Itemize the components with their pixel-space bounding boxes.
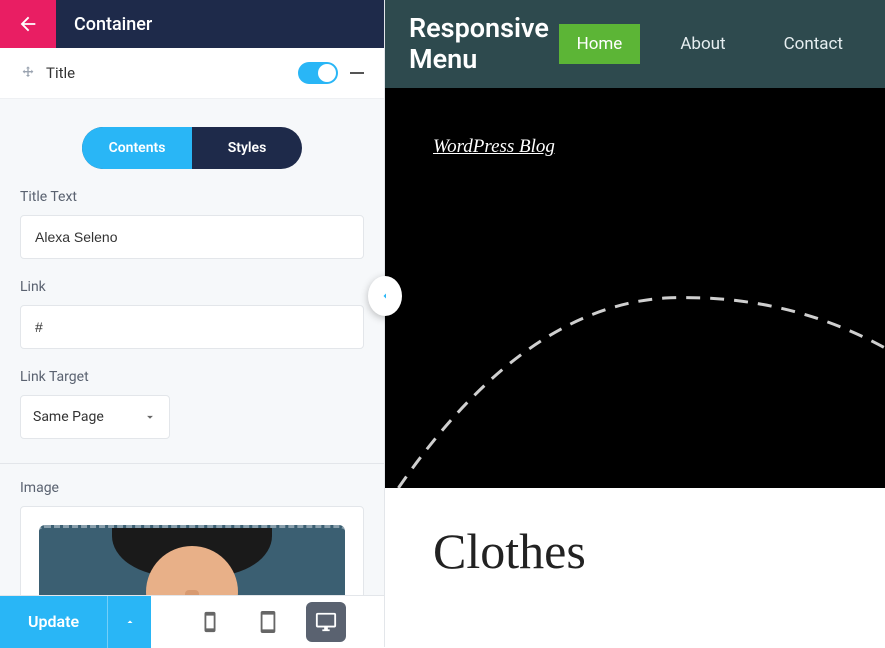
drag-handle[interactable] — [20, 65, 36, 81]
field-label: Link — [20, 279, 364, 295]
move-icon — [20, 65, 36, 81]
field-title-text: Title Text — [0, 189, 384, 279]
panel-footer: Update — [0, 595, 384, 647]
device-tablet-button[interactable] — [248, 602, 288, 642]
back-button[interactable] — [0, 0, 56, 48]
site-brand: Responsive Menu — [409, 13, 559, 75]
nav-about[interactable]: About — [662, 24, 743, 64]
tab-bar: Contents Styles — [0, 99, 384, 189]
hero-curve-decoration — [385, 268, 885, 488]
device-mobile-button[interactable] — [190, 602, 230, 642]
select-value: Same Page — [33, 409, 104, 425]
nav-home[interactable]: Home — [559, 24, 641, 64]
preview-panel: Responsive Menu Home About Contact WordP… — [385, 0, 885, 647]
tablet-icon — [257, 611, 279, 633]
section-toggle[interactable] — [298, 62, 338, 84]
section-header: Title — [0, 48, 384, 99]
update-options-button[interactable] — [107, 596, 151, 648]
link-input[interactable] — [20, 305, 364, 349]
collapse-panel-button[interactable] — [368, 276, 402, 316]
avatar-preview — [39, 525, 345, 595]
editor-panel: Container Title Contents Styles Title Te… — [0, 0, 385, 647]
field-label: Title Text — [20, 189, 364, 205]
tab-contents[interactable]: Contents — [82, 127, 192, 169]
hero-section: WordPress Blog — [385, 88, 885, 488]
section-title: Title — [46, 64, 298, 82]
link-target-select[interactable]: Same Page — [20, 395, 170, 439]
preview-topbar: Responsive Menu Home About Contact — [385, 0, 885, 88]
field-link: Link — [0, 279, 384, 369]
tab-styles[interactable]: Styles — [192, 127, 302, 169]
device-switcher — [151, 602, 384, 642]
device-desktop-button[interactable] — [306, 602, 346, 642]
update-button[interactable]: Update — [0, 596, 107, 648]
chevron-down-icon — [143, 410, 157, 424]
caret-up-icon — [124, 616, 136, 628]
field-label: Link Target — [20, 369, 364, 385]
panel-title: Container — [56, 14, 152, 35]
field-label: Image — [20, 480, 364, 496]
nav-contact[interactable]: Contact — [766, 24, 861, 64]
fields-scroll[interactable]: Contents Styles Title Text Link Link Tar… — [0, 99, 384, 595]
field-link-target: Link Target Same Page — [0, 369, 384, 459]
image-picker[interactable] — [20, 506, 364, 595]
page-content: Clothes — [385, 488, 885, 647]
field-image: Image — [0, 480, 384, 595]
page-title: Clothes — [433, 522, 837, 580]
collapse-section-button[interactable] — [350, 72, 364, 74]
panel-header: Container — [0, 0, 384, 48]
tab-pill: Contents Styles — [82, 127, 302, 169]
main-nav: Home About Contact — [559, 24, 861, 64]
mobile-icon — [199, 611, 221, 633]
divider — [0, 463, 384, 464]
desktop-icon — [315, 611, 337, 633]
arrow-left-icon — [17, 13, 39, 35]
title-text-input[interactable] — [20, 215, 364, 259]
hero-blog-link[interactable]: WordPress Blog — [433, 136, 555, 158]
caret-left-icon — [379, 290, 391, 302]
